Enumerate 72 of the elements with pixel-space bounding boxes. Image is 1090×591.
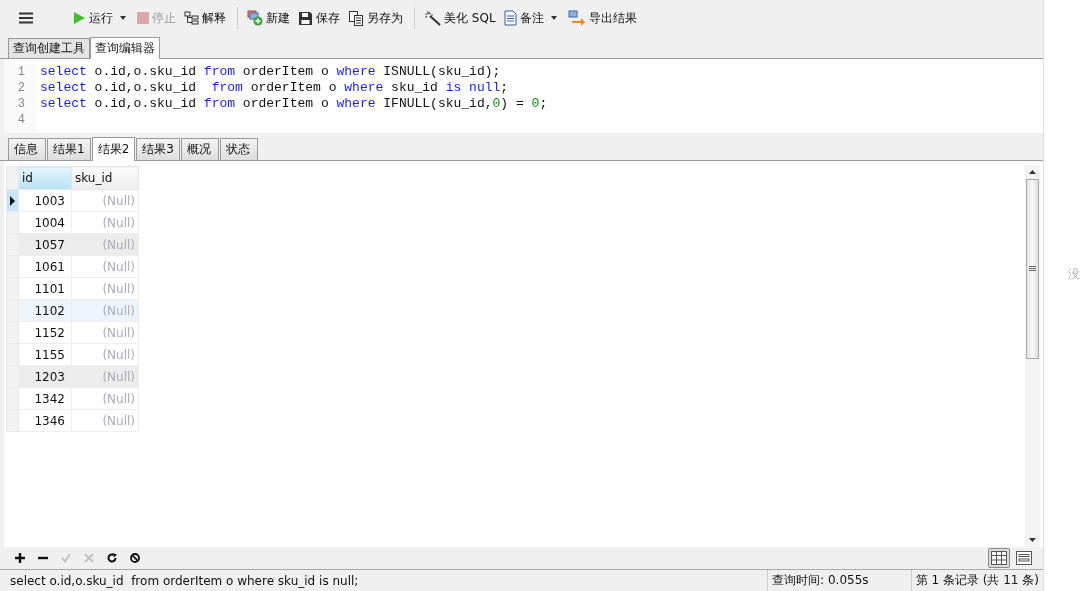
table-cell: 1152 xyxy=(18,321,72,344)
table-cell: (Null) xyxy=(71,211,139,234)
column-header[interactable]: id xyxy=(18,166,72,190)
table-cell: (Null) xyxy=(71,255,139,278)
scrollbar-thumb[interactable] xyxy=(1026,179,1039,359)
line-number: 1 xyxy=(16,64,25,80)
line-number: 4 xyxy=(16,112,25,128)
table-cell: 1061 xyxy=(18,255,72,278)
toolbar-button[interactable]: 另存为 xyxy=(345,6,406,30)
toolbar-button[interactable]: 解释 xyxy=(181,6,229,30)
tab[interactable]: 结果1 xyxy=(47,138,91,160)
tab[interactable]: 查询创建工具 xyxy=(8,38,90,58)
toolbar-button[interactable]: 保存 xyxy=(295,6,343,30)
toolbar-button[interactable]: 美化 SQL xyxy=(421,6,499,30)
code-line: select o.id,o.sku_id from orderItem o where IFNULL(sku_id,0) = 0; xyxy=(40,96,548,111)
row-indicator[interactable] xyxy=(6,189,19,212)
table-cell: (Null) xyxy=(71,343,139,366)
new-query-icon xyxy=(247,10,263,26)
grid-view-icon xyxy=(991,551,1007,565)
toolbar-button[interactable]: 备注 xyxy=(500,6,547,30)
scroll-down-icon[interactable] xyxy=(1029,538,1036,542)
menu-icon xyxy=(19,12,33,24)
tab[interactable]: 结果3 xyxy=(136,138,180,160)
dropdown-caret-icon[interactable] xyxy=(120,16,126,20)
cancel-icon xyxy=(130,553,140,563)
copy-document-icon xyxy=(348,10,364,26)
current-row-icon xyxy=(10,195,15,206)
tab[interactable]: 状态 xyxy=(219,138,258,160)
document-icon xyxy=(503,10,517,26)
table-cell: 1003 xyxy=(18,189,72,212)
table-cell: 1346 xyxy=(18,409,72,432)
play-icon xyxy=(73,11,86,25)
table-cell: 1342 xyxy=(18,387,72,410)
tab[interactable]: 概况 xyxy=(180,138,219,160)
export-arrow-icon xyxy=(567,10,586,26)
table-cell: (Null) xyxy=(71,321,139,344)
status-sql: select o.id,o.sku_id from orderItem o where sku_id is null; xyxy=(0,570,769,591)
code-editor[interactable]: 1 2 3 4 select o.id,o.sku_id from orderItem o where ISNULL(sku_id); select o.id,o.sku_id from orderItem o where sku_id is null; select o.id,o.sku_id from orderItem o where IFNULL(sku_id,0) = 0; xyxy=(4,59,1043,133)
table-cell: (Null) xyxy=(71,409,139,432)
side-panel-text: 没 xyxy=(1068,266,1080,283)
line-number: 2 xyxy=(16,80,25,96)
table-cell: (Null) xyxy=(71,189,139,212)
table-cell: 1004 xyxy=(18,211,72,234)
toolbar-button[interactable]: 运行 xyxy=(70,6,116,30)
cross-icon xyxy=(84,553,94,563)
checkmark-icon xyxy=(61,553,71,563)
diagram-icon xyxy=(184,11,199,25)
code-line: select o.id,o.sku_id from orderItem o where sku_id is null; xyxy=(40,80,509,95)
line-number: 3 xyxy=(16,96,25,112)
table-cell: (Null) xyxy=(71,387,139,410)
refresh-icon xyxy=(107,553,117,563)
scroll-up-icon[interactable] xyxy=(1029,170,1036,174)
vertical-scrollbar[interactable] xyxy=(1025,165,1040,547)
view-toggle-button[interactable] xyxy=(1013,548,1035,568)
tab[interactable]: 结果2 xyxy=(91,137,136,161)
toolbar-button[interactable]: 新建 xyxy=(244,6,293,30)
form-view-icon xyxy=(1016,551,1032,565)
toolbar-button[interactable]: 导出结果 xyxy=(564,6,640,30)
table-cell: 1101 xyxy=(18,277,72,300)
dropdown-caret-icon[interactable] xyxy=(550,16,557,20)
code-line: select o.id,o.sku_id from orderItem o where ISNULL(sku_id); xyxy=(40,64,501,79)
stop-icon xyxy=(137,12,149,24)
plus-icon xyxy=(15,553,25,563)
table-cell: (Null) xyxy=(71,277,139,300)
magic-wand-icon xyxy=(424,10,441,26)
column-header[interactable]: sku_id xyxy=(71,166,139,190)
tab[interactable]: 信息 xyxy=(8,138,46,160)
table-cell: 1155 xyxy=(18,343,72,366)
tab[interactable]: 查询编辑器 xyxy=(90,37,160,59)
query-time: 查询时间: 0.055s xyxy=(768,570,912,591)
record-count: 第 1 条记录 (共 11 条) xyxy=(914,572,1040,589)
view-toggle-button[interactable] xyxy=(988,548,1010,568)
